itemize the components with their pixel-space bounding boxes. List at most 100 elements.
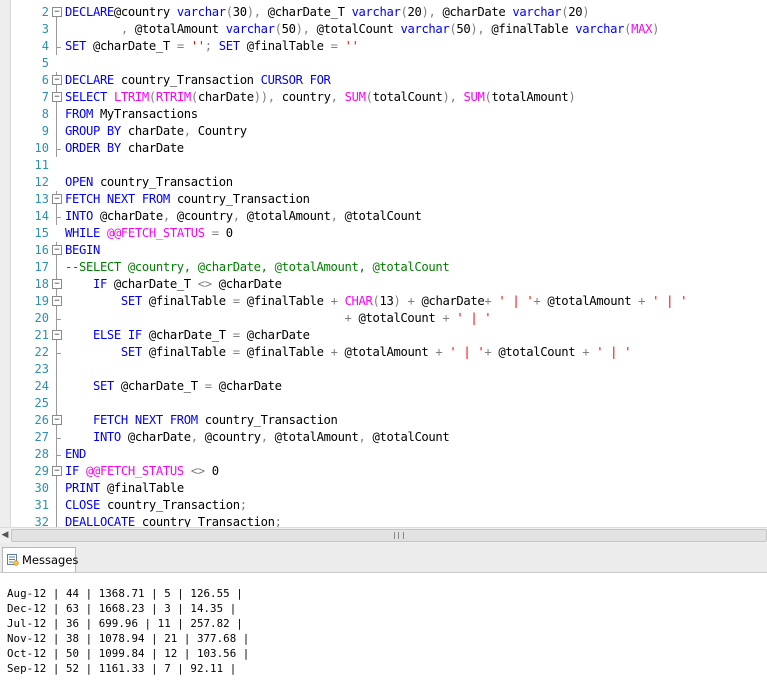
line-number: 29 (34, 464, 49, 478)
line-number: 9 (41, 124, 49, 138)
collapse-toggle-icon[interactable] (52, 4, 62, 21)
code-line[interactable]: 24 SET @charDate_T = @charDate (10, 378, 767, 395)
code-line[interactable]: 8 FROM MyTransactions (10, 106, 767, 123)
code-line[interactable]: 16 BEGIN (10, 242, 767, 259)
code-token: @charDate (211, 277, 282, 291)
code-text: DECLARE@country varchar(30), @charDate_T… (65, 4, 590, 21)
code-line[interactable]: 31 CLOSE country_Transaction; (10, 497, 767, 514)
code-line[interactable]: 13 FETCH NEXT FROM country_Transaction (10, 191, 767, 208)
code-token: IF (65, 464, 79, 478)
code-line[interactable]: 26 FETCH NEXT FROM country_Transaction (10, 412, 767, 429)
code-line[interactable]: 29 IF @@FETCH_STATUS <> 0 (10, 463, 767, 480)
code-token: , (330, 209, 338, 223)
code-line[interactable]: 23 (10, 361, 767, 378)
code-token: @charDate_T (106, 277, 198, 291)
line-number: 11 (34, 158, 49, 172)
collapse-toggle-icon[interactable] (52, 412, 62, 429)
code-line[interactable]: 4 SET @charDate_T = ''; SET @finalTable =… (10, 38, 767, 55)
code-token: country_Transaction (113, 73, 261, 87)
code-line[interactable]: 28 END (10, 446, 767, 463)
code-line[interactable]: 7SELECT LTRIM(RTRIM(charDate)), country,… (10, 89, 767, 106)
code-token: , (449, 90, 457, 104)
code-token: SUM (463, 90, 485, 104)
code-line[interactable]: 20 + @totalCount + ' | ' (10, 310, 767, 327)
code-token: @charDate_T (113, 379, 205, 393)
code-token: @charDate (239, 328, 310, 342)
code-token: varchar (225, 22, 275, 36)
tab-messages[interactable]: Messages (2, 547, 79, 572)
code-line[interactable]: 14 INTO @charDate, @country, @totalAmount… (10, 208, 767, 225)
code-lines[interactable]: 2 DECLARE@country varchar(30), @charDate_… (10, 4, 767, 527)
code-line[interactable]: 6 DECLARE country_Transaction CURSOR FOR (10, 72, 767, 89)
code-token: WHILE (65, 226, 100, 240)
code-token: @country (169, 209, 233, 223)
code-token: country_Transaction (169, 192, 310, 206)
code-token: ; (239, 498, 247, 512)
collapse-toggle-icon[interactable] (52, 293, 62, 310)
code-line[interactable]: 30 PRINT @finalTable (10, 480, 767, 497)
collapse-toggle-icon[interactable] (52, 327, 62, 344)
scroll-left-arrow-icon[interactable]: ◀ (0, 528, 10, 543)
code-line[interactable]: 15 WHILE @@FETCH_STATUS = 0 (10, 225, 767, 242)
collapse-toggle-icon[interactable] (52, 89, 62, 106)
code-text: END (65, 446, 86, 463)
collapse-toggle-icon[interactable] (52, 191, 62, 208)
outline-guide (52, 446, 62, 463)
horizontal-scrollbar[interactable]: ◀ (0, 527, 767, 543)
code-line[interactable]: 5 (10, 55, 767, 72)
code-line[interactable]: 25 (10, 395, 767, 412)
code-token: @charDate (435, 5, 513, 19)
collapse-toggle-icon[interactable] (52, 276, 62, 293)
code-line[interactable]: 27 INTO @charDate, @country, @totalAmoun… (10, 429, 767, 446)
outline-guide (52, 310, 62, 327)
code-token: FETCH NEXT FROM (92, 413, 198, 427)
code-text: , @totalAmount varchar(50), @totalCount … (65, 21, 660, 38)
code-token: , (253, 5, 261, 19)
code-token: DECLARE (65, 73, 114, 87)
code-line[interactable]: 21 ELSE IF @charDate_T = @charDate (10, 327, 767, 344)
code-line[interactable]: 2 DECLARE@country varchar(30), @charDate_… (10, 4, 767, 21)
code-token: ) (246, 5, 254, 19)
code-token: INTO (65, 209, 93, 223)
code-line[interactable]: 19 SET @finalTable = @finalTable + CHAR(… (10, 293, 767, 310)
code-token: ' | ' (596, 345, 632, 359)
code-line[interactable]: 17 --SELECT @country, @charDate, @totalAm… (10, 259, 767, 276)
code-line[interactable]: 32 DEALLOCATE country_Transaction; (10, 514, 767, 527)
code-line[interactable]: 22 SET @finalTable = @finalTable + @tota… (10, 344, 767, 361)
code-token: country_Transaction (134, 515, 275, 527)
code-line[interactable]: 18 IF @charDate_T <> @charDate (10, 276, 767, 293)
code-token: @@FETCH_STATUS (85, 464, 184, 478)
scrollbar-thumb[interactable] (11, 529, 767, 542)
code-token: ( (274, 22, 282, 36)
code-line[interactable]: 11 (10, 157, 767, 174)
line-number: 20 (34, 311, 49, 325)
line-number: 25 (34, 396, 49, 410)
line-number: 2 (41, 5, 49, 19)
code-line[interactable]: 12 OPEN country_Transaction (10, 174, 767, 191)
code-line[interactable]: 10 ORDER BY charDate (10, 140, 767, 157)
scrollbar-grip-icon (394, 532, 404, 539)
collapse-toggle-icon[interactable] (52, 463, 62, 480)
code-token: ) (568, 90, 576, 104)
code-token: 0 (204, 464, 219, 478)
code-token: @finalTable (239, 294, 331, 308)
sql-editor[interactable]: 2 DECLARE@country varchar(30), @charDate_… (0, 0, 767, 527)
code-line[interactable]: 3 , @totalAmount varchar(50), @totalCoun… (10, 21, 767, 38)
code-token: IF (92, 277, 107, 291)
collapse-toggle-icon[interactable] (52, 72, 62, 89)
code-line[interactable]: 9 GROUP BY charDate, Country (10, 123, 767, 140)
line-number: 22 (34, 345, 49, 359)
code-token: @totalAmount (540, 294, 639, 308)
collapse-toggle-icon[interactable] (52, 242, 62, 259)
code-token: = (204, 379, 212, 393)
code-token: GROUP BY (65, 124, 121, 138)
outline-guide (52, 140, 62, 157)
code-token: ) (582, 5, 590, 19)
code-token: = (176, 39, 184, 53)
messages-tab-label: Messages (22, 553, 79, 567)
line-number: 18 (34, 277, 49, 291)
